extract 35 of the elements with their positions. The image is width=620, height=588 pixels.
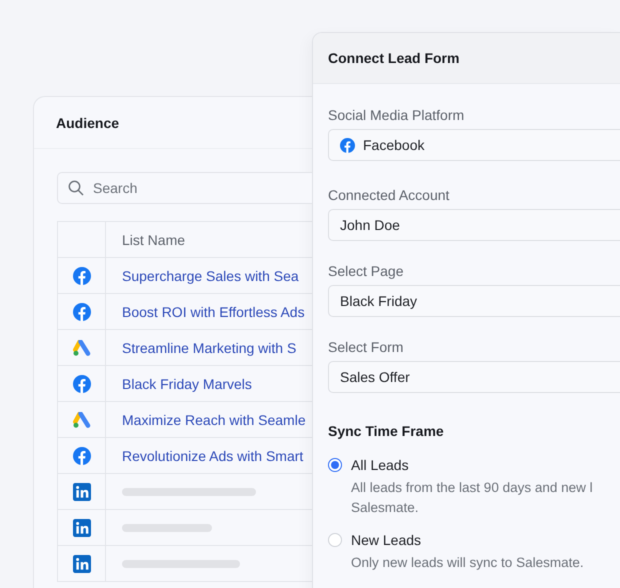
linkedin-icon <box>72 482 90 500</box>
list-name-link[interactable]: Revolutionize Ads with Smart <box>122 448 304 464</box>
linkedin-icon <box>72 554 90 572</box>
select-field[interactable]: Sales Offer <box>328 361 620 393</box>
google-ads-icon <box>72 412 90 428</box>
column-header: List Name <box>122 232 186 248</box>
linkedin-icon <box>72 518 90 536</box>
list-name-link[interactable]: Black Friday Marvels <box>122 376 252 392</box>
facebook-icon <box>72 374 90 392</box>
field-label: Select Form <box>328 339 404 355</box>
search-icon <box>68 180 84 196</box>
field-label: Select Page <box>328 263 404 279</box>
radio-button[interactable] <box>328 458 342 472</box>
list-name-link[interactable]: Streamline Marketing with S <box>122 340 296 356</box>
list-name-link[interactable]: Supercharge Sales with Sea <box>122 268 299 284</box>
panel-title: Connect Lead Form <box>328 50 460 66</box>
card-title: Audience <box>56 114 120 130</box>
facebook-icon <box>72 266 90 284</box>
select-field[interactable]: Black Friday <box>328 285 620 317</box>
search-field[interactable]: Search <box>57 172 312 204</box>
option-label: All Leads <box>351 457 410 473</box>
select-field[interactable]: Facebook <box>328 129 620 161</box>
section-title: Sync Time Frame <box>328 423 445 439</box>
field-label: Connected Account <box>328 187 450 203</box>
option-description: All leads from the last 90 days and new l Salesmate. <box>351 479 594 517</box>
option-label: New Leads <box>351 532 422 548</box>
list-name-link[interactable]: Boost ROI with Effortless Ads <box>122 304 305 320</box>
field-label: Social Media Platform <box>328 107 466 123</box>
google-ads-icon <box>72 340 90 356</box>
option-description: Only new leads will sync to Salesmate. <box>351 554 585 572</box>
select-field[interactable]: John Doe <box>328 209 620 241</box>
facebook-icon <box>72 446 90 464</box>
list-name-link[interactable]: Maximize Reach with Seamle <box>122 412 306 428</box>
facebook-icon <box>340 138 355 152</box>
facebook-icon <box>72 302 90 320</box>
